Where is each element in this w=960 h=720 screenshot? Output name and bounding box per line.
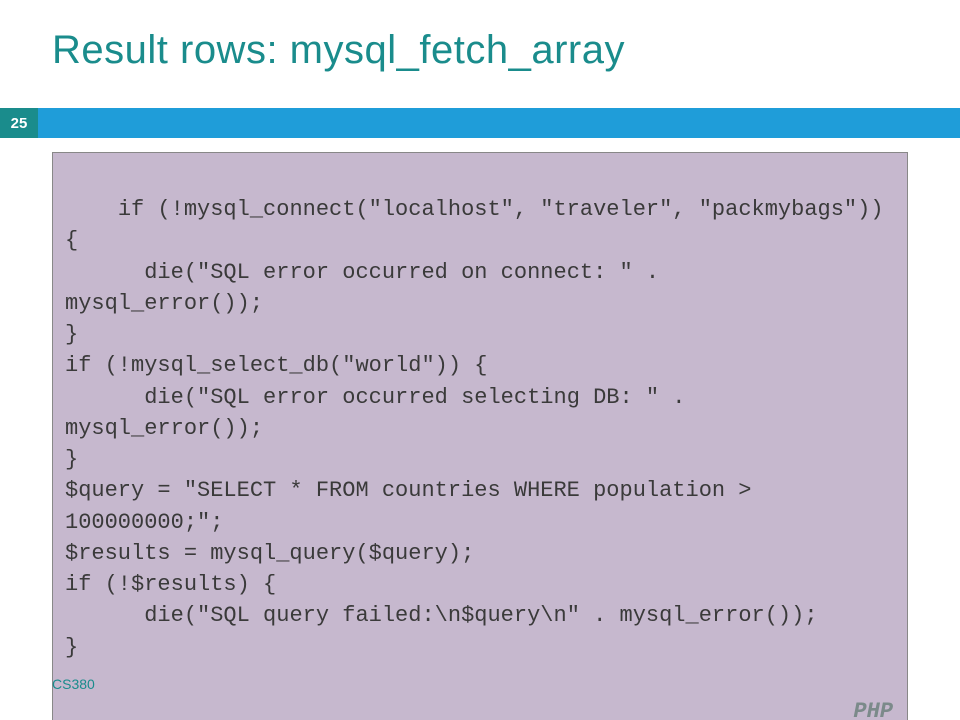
code-block: if (!mysql_connect("localhost", "travele… <box>52 152 908 720</box>
code-language-label: PHP <box>853 696 893 720</box>
footer-course-code: CS380 <box>52 676 95 692</box>
code-content: if (!mysql_connect("localhost", "travele… <box>65 197 884 659</box>
slide-title: Result rows: mysql_fetch_array <box>52 28 908 73</box>
header-bar: 25 <box>0 108 960 138</box>
accent-bar <box>38 108 960 138</box>
slide-number-badge: 25 <box>0 108 38 138</box>
slide: Result rows: mysql_fetch_array 25 if (!m… <box>0 0 960 720</box>
